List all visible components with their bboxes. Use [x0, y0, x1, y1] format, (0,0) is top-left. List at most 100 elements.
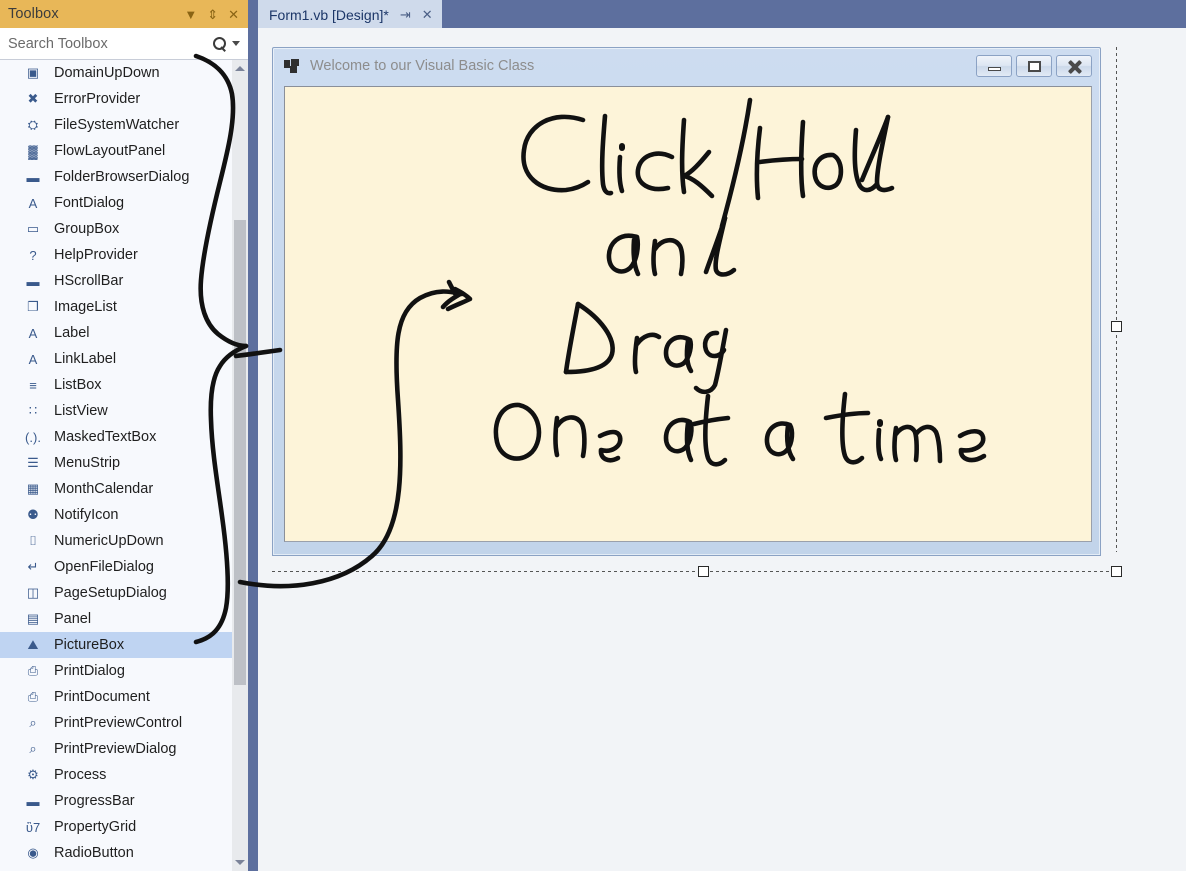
toolbox-header: Toolbox ▼ ⇕ ✕	[0, 0, 248, 28]
toolbox-item-hscrollbar[interactable]: ▬ HScrollBar	[0, 268, 232, 294]
picturebox-control[interactable]	[284, 86, 1092, 542]
toolbox-scrollbar[interactable]	[232, 60, 248, 871]
resize-handle-middle-right[interactable]	[1111, 321, 1122, 332]
maskedtextbox-icon: (.).	[25, 429, 41, 445]
toolbox-item-groupbox[interactable]: ▭ GroupBox	[0, 216, 232, 242]
search-toolbox-input[interactable]: Search Toolbox	[0, 28, 248, 60]
tab-form1-design[interactable]: Form1.vb [Design]* ⇥ ✕	[258, 0, 442, 28]
application-root: Toolbox ▼ ⇕ ✕ Search Toolbox ▣ DomainUpDo…	[0, 0, 1186, 871]
toolbox-item-propertygrid[interactable]: ὒ7 PropertyGrid	[0, 814, 232, 840]
toolbox-item-label: MonthCalendar	[54, 480, 154, 497]
close-icon[interactable]: ✕	[422, 8, 433, 21]
chevron-down-icon[interactable]	[232, 41, 240, 46]
flowlayoutpanel-icon: ▓	[28, 143, 38, 159]
toolbox-item-radiobutton[interactable]: ◉ RadioButton	[0, 840, 232, 866]
printdocument-icon: ⎙	[27, 689, 39, 704]
toolbox-item-fontdialog[interactable]: A FontDialog	[0, 190, 232, 216]
toolbox-item-label: DomainUpDown	[54, 64, 160, 81]
search-icon[interactable]	[213, 36, 227, 51]
numericupdown-icon: ⌷	[29, 533, 37, 548]
pin-icon[interactable]: ⇥	[400, 8, 411, 21]
errorprovider-icon: ✖	[27, 91, 39, 106]
filesystemwatcher-icon: ⛭	[27, 117, 39, 132]
helpprovider-icon: ?	[29, 247, 37, 263]
toolbox-item-imagelist[interactable]: ❐ ImageList	[0, 294, 232, 320]
maximize-button[interactable]	[1016, 55, 1052, 77]
toolbox-item-label: Process	[54, 766, 107, 783]
toolbox-item-menustrip[interactable]: ☰ MenuStrip	[0, 450, 232, 476]
toolbox-item-printpreviewcontrol[interactable]: ⌕ PrintPreviewControl	[0, 710, 232, 736]
propertygrid-icon: ὒ7	[25, 819, 41, 835]
toolbox-item-label: FlowLayoutPanel	[54, 142, 166, 159]
toolbox-item-linklabel[interactable]: A LinkLabel	[0, 346, 232, 372]
toolbox-item-flowlayoutpanel[interactable]: ▓ FlowLayoutPanel	[0, 138, 232, 164]
chevron-down-icon[interactable]: ▼	[184, 8, 197, 21]
toolbox-item-label: ListView	[54, 402, 108, 419]
scroll-up-arrow-icon[interactable]	[232, 60, 248, 77]
panel-divider[interactable]	[248, 0, 258, 871]
toolbox-item-monthcalendar[interactable]: ▦ MonthCalendar	[0, 476, 232, 502]
toolbox-item-label: PrintPreviewDialog	[54, 740, 177, 757]
resize-handle-bottom-center[interactable]	[698, 566, 709, 577]
picturebox-icon: ⛰	[27, 637, 39, 652]
search-input-placeholder: Search Toolbox	[8, 35, 108, 52]
toolbox-item-label: ProgressBar	[54, 792, 135, 809]
toolbox-item-progressbar[interactable]: ▬ ProgressBar	[0, 788, 232, 814]
toolbox-item-label[interactable]: A Label	[0, 320, 232, 346]
toolbox-item-label: OpenFileDialog	[54, 558, 154, 575]
panel-icon: ▤	[26, 611, 40, 626]
scroll-down-arrow-icon[interactable]	[232, 854, 248, 871]
progressbar-icon: ▬	[26, 793, 40, 809]
toolbox-item-process[interactable]: ⚙ Process	[0, 762, 232, 788]
toolbox-item-filesystemwatcher[interactable]: ⛭ FileSystemWatcher	[0, 112, 232, 138]
toolbox-item-numericupdown[interactable]: ⌷ NumericUpDown	[0, 528, 232, 554]
form-title-bar[interactable]: Welcome to our Visual Basic Class	[273, 48, 1100, 84]
close-button[interactable]	[1056, 55, 1092, 77]
toolbox-item-listview[interactable]: ∷ ListView	[0, 398, 232, 424]
vb-form-icon	[284, 59, 300, 73]
toolbox-header-actions: ▼ ⇕ ✕	[184, 8, 239, 21]
toolbox-panel: Toolbox ▼ ⇕ ✕ Search Toolbox ▣ DomainUpDo…	[0, 0, 248, 871]
pagesetupdialog-icon: ◫	[26, 585, 40, 600]
toolbox-item-pagesetupdialog[interactable]: ◫ PageSetupDialog	[0, 580, 232, 606]
toolbox-item-printdialog[interactable]: ⎙ PrintDialog	[0, 658, 232, 684]
toolbox-item-printpreviewdialog[interactable]: ⌕ PrintPreviewDialog	[0, 736, 232, 762]
toolbox-item-domainupdown[interactable]: ▣ DomainUpDown	[0, 60, 232, 86]
folderbrowserdialog-icon: ▬	[26, 169, 40, 185]
resize-handle-bottom-right[interactable]	[1111, 566, 1122, 577]
pin-icon[interactable]: ⇕	[207, 8, 218, 21]
linklabel-icon: A	[28, 351, 38, 367]
toolbox-item-maskedtextbox[interactable]: (.). MaskedTextBox	[0, 424, 232, 450]
tab-label: Form1.vb [Design]*	[269, 6, 389, 23]
process-icon: ⚙	[27, 767, 39, 782]
toolbox-item-list[interactable]: ▣ DomainUpDown ✖ ErrorProvider ⛭ FileSystemWa…	[0, 60, 232, 871]
groupbox-icon: ▭	[26, 221, 40, 236]
toolbox-item-label: Label	[54, 324, 90, 341]
toolbox-item-openfiledialog[interactable]: ↵ OpenFileDialog	[0, 554, 232, 580]
design-surface[interactable]: Welcome to our Visual Basic Class	[258, 28, 1186, 871]
toolbox-item-label: HelpProvider	[54, 246, 138, 263]
vb-form-window[interactable]: Welcome to our Visual Basic Class	[272, 47, 1101, 556]
scrollbar-thumb[interactable]	[234, 220, 246, 685]
toolbox-item-printdocument[interactable]: ⎙ PrintDocument	[0, 684, 232, 710]
form-selection-container[interactable]: Welcome to our Visual Basic Class	[272, 47, 1122, 577]
toolbox-item-label: ListBox	[54, 376, 102, 393]
toolbox-item-helpprovider[interactable]: ? HelpProvider	[0, 242, 232, 268]
listbox-icon: ≡	[29, 377, 37, 393]
close-icon[interactable]: ✕	[228, 8, 239, 21]
toolbox-item-label: RadioButton	[54, 844, 134, 861]
toolbox-item-label: PrintDocument	[54, 688, 150, 705]
toolbox-item-errorprovider[interactable]: ✖ ErrorProvider	[0, 86, 232, 112]
toolbox-item-label: HScrollBar	[54, 272, 124, 289]
toolbox-item-listbox[interactable]: ≡ ListBox	[0, 372, 232, 398]
minimize-button[interactable]	[976, 55, 1012, 77]
toolbox-item-panel[interactable]: ▤ Panel	[0, 606, 232, 632]
toolbox-item-label: FolderBrowserDialog	[54, 168, 190, 185]
editor-area: Form1.vb [Design]* ⇥ ✕ Welcome to our Vi…	[258, 0, 1186, 871]
toolbox-item-label: MaskedTextBox	[54, 428, 157, 445]
printpreviewdialog-icon: ⌕	[29, 741, 37, 756]
radiobutton-icon: ◉	[27, 845, 39, 860]
toolbox-item-folderbrowserdialog[interactable]: ▬ FolderBrowserDialog	[0, 164, 232, 190]
toolbox-item-picturebox[interactable]: ⛰ PictureBox	[0, 632, 232, 658]
toolbox-item-notifyicon[interactable]: ⚉ NotifyIcon	[0, 502, 232, 528]
